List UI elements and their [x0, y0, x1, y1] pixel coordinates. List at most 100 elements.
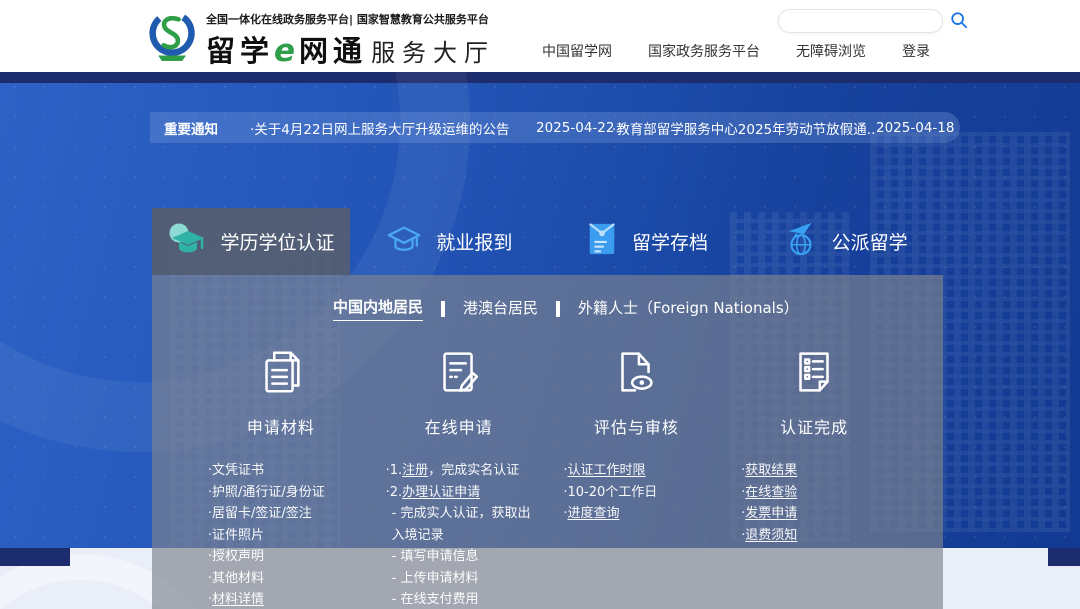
step-application-materials: 申请材料	[192, 345, 370, 438]
list-link[interactable]: 退费须知	[745, 528, 797, 543]
document-edit-icon	[432, 345, 486, 403]
step-title: 评估与审核	[594, 414, 679, 438]
nav-item-cscse[interactable]: 中国留学网	[542, 41, 612, 61]
documents-icon	[254, 345, 308, 403]
list-text: ·1.	[386, 463, 403, 478]
list-link[interactable]: 材料详情	[212, 592, 264, 607]
list-item: ·退费须知	[741, 525, 887, 547]
list-link[interactable]: 认证工作时限	[568, 463, 646, 478]
notice-bar: 重要通知 ·关于4月22日网上服务大厅升级运维的公告 2025-04-22 ·教…	[150, 112, 960, 143]
search-input[interactable]	[779, 10, 950, 32]
list-item: ·发票申请	[741, 503, 887, 525]
brand-part1: 留学	[206, 28, 274, 70]
step-title: 在线申请	[425, 414, 493, 438]
list-item: ·材料详情	[208, 589, 354, 609]
page: 全国一体化在线政务服务平台| 国家智慧教育公共服务平台 留学 e 网通 服务大厅	[0, 0, 1080, 609]
step-online-application: 在线申请	[370, 345, 548, 438]
document-checklist-icon	[787, 345, 841, 403]
nav-item-accessibility[interactable]: 无障碍浏览	[796, 41, 866, 61]
site-header: 全国一体化在线政务服务平台| 国家智慧教育公共服务平台 留学 e 网通 服务大厅	[0, 0, 1080, 72]
step-review: 评估与审核	[548, 345, 726, 438]
list-text: - 在线支付费用	[392, 592, 479, 607]
list-link[interactable]: 进度查询	[568, 506, 620, 521]
list-item: ·认证工作时限	[563, 460, 709, 482]
list-item: ·居留卡/签证/签注	[208, 503, 354, 525]
tab-mainland-residents[interactable]: 中国内地居民	[333, 296, 423, 321]
list-item: ·授权声明	[208, 546, 354, 568]
list-text: - 完成实人认证，获取出	[392, 506, 531, 521]
search-box[interactable]	[778, 9, 943, 33]
nav-item-gov-platform[interactable]: 国家政务服务平台	[648, 41, 760, 61]
tab-separator	[556, 301, 560, 317]
nav-item-login[interactable]: 登录	[902, 41, 930, 61]
list-text: ·文凭证书	[208, 463, 264, 478]
tab-label: 就业报到	[436, 228, 512, 255]
list-item: - 上传申请材料	[386, 568, 532, 590]
graduation-cap-outline-icon	[385, 222, 423, 261]
list-item: ·10-20个工作日	[563, 482, 709, 504]
service-panel: 学历学位认证 就业报到	[152, 208, 943, 609]
plane-globe-icon	[781, 220, 819, 263]
brand-part2: 网通	[299, 28, 367, 70]
list-text: - 上传申请材料	[392, 571, 479, 586]
list-item: - 完成实人认证，获取出	[386, 503, 532, 525]
list-text: ·10-20个工作日	[563, 485, 657, 500]
list-application-materials: ·文凭证书 ·护照/通行证/身份证 ·居留卡/签证/签注 ·证件照片 ·授权声明 ·其他材…	[192, 460, 370, 609]
graduation-cap-icon	[167, 222, 207, 261]
banner-corner-left	[0, 548, 70, 566]
list-item: ·文凭证书	[208, 460, 354, 482]
search-button[interactable]	[950, 10, 968, 32]
step-title: 认证完成	[780, 414, 848, 438]
tab-foreign-nationals[interactable]: 外籍人士（Foreign Nationals）	[578, 297, 799, 321]
list-text: ·居留卡/签证/签注	[208, 506, 312, 521]
process-steps: 申请材料 在线申请	[192, 345, 903, 438]
tab-label: 留学存档	[632, 228, 708, 255]
resident-tabs: 中国内地居民 港澳台居民 外籍人士（Foreign Nationals）	[152, 275, 943, 321]
tab-hk-macao-taiwan[interactable]: 港澳台居民	[463, 297, 538, 321]
list-link[interactable]: 办理认证申请	[402, 485, 480, 500]
banner-corner-right	[1048, 548, 1080, 566]
list-text: 入境记录	[392, 528, 444, 543]
tab-employment-registration[interactable]: 就业报到	[350, 208, 548, 275]
list-link[interactable]: 注册	[402, 463, 428, 478]
brand-title: 留学 e 网通 服务大厅	[206, 28, 495, 70]
tab-label: 公派留学	[832, 228, 908, 255]
tab-separator	[441, 301, 445, 317]
document-review-icon	[609, 345, 663, 403]
notice-label: 重要通知	[164, 118, 236, 138]
logo-icon	[148, 8, 198, 68]
list-item: ·进度查询	[563, 503, 709, 525]
step-detail-lists: ·文凭证书 ·护照/通行证/身份证 ·居留卡/签证/签注 ·证件照片 ·授权声明 ·其他材…	[192, 460, 903, 609]
tab-degree-certification[interactable]: 学历学位认证	[152, 208, 350, 275]
list-text: - 填写申请信息	[392, 549, 479, 564]
list-text: ·授权声明	[208, 549, 264, 564]
list-link[interactable]: 获取结果	[745, 463, 797, 478]
list-link[interactable]: 发票申请	[745, 506, 797, 521]
site-logo[interactable]: 全国一体化在线政务服务平台| 国家智慧教育公共服务平台 留学 e 网通 服务大厅	[148, 8, 495, 70]
notice-link-2[interactable]: ·教育部留学服务中心2025年劳动节放假通…	[612, 118, 876, 138]
tab-government-sponsored[interactable]: 公派留学	[745, 208, 943, 275]
list-item: ·获取结果	[741, 460, 887, 482]
list-link[interactable]: 在线查验	[745, 485, 797, 500]
list-review: ·认证工作时限 ·10-20个工作日 ·进度查询	[548, 460, 726, 609]
list-certification-complete: ·获取结果·在线查验·发票申请·退费须知	[725, 460, 903, 609]
list-text: ，完成实名认证	[428, 463, 519, 478]
platform-line: 全国一体化在线政务服务平台| 国家智慧教育公共服务平台	[206, 8, 495, 27]
tab-study-abroad-archive[interactable]: 留学存档	[548, 208, 746, 275]
list-text: ·2.	[386, 485, 403, 500]
list-item: ·1.注册，完成实名认证	[386, 460, 532, 482]
notice-link-1[interactable]: ·关于4月22日网上服务大厅升级运维的公告	[250, 118, 536, 138]
list-item: ·护照/通行证/身份证	[208, 482, 354, 504]
brand-suffix: 服务大厅	[371, 33, 495, 68]
step-title: 申请材料	[247, 414, 315, 438]
list-item: ·证件照片	[208, 525, 354, 547]
list-item: - 在线支付费用	[386, 589, 532, 609]
archive-envelope-icon	[585, 220, 619, 263]
notice-date-2: 2025-04-18	[876, 120, 948, 136]
notice-date-1: 2025-04-22	[536, 120, 612, 136]
service-tabs: 学历学位认证 就业报到	[152, 208, 943, 275]
list-online-application: ·1.注册，完成实名认证 ·2.办理认证申请 - 完成实人认证，获取出入境记录 - 填…	[370, 460, 548, 609]
brand-e: e	[274, 33, 295, 69]
list-text: ·其他材料	[208, 571, 264, 586]
panel-body: 中国内地居民 港澳台居民 外籍人士（Foreign Nationals）	[152, 275, 943, 609]
